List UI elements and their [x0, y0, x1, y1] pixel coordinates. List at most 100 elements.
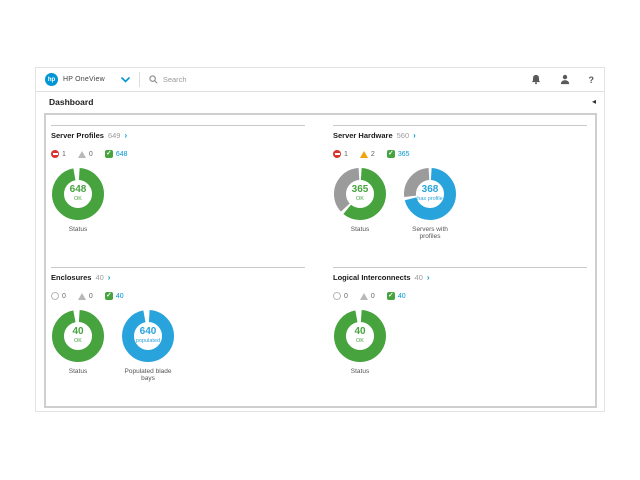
status-warning: 2 — [360, 151, 375, 158]
panel-divider — [333, 125, 587, 126]
panel-title: Server Hardware — [333, 131, 393, 140]
collapse-panel-icon[interactable]: ◂ — [592, 98, 596, 106]
status-critical: 1 — [51, 150, 66, 158]
panel-count: 560 — [397, 131, 410, 140]
critical-icon — [333, 292, 341, 300]
status-summary: 10✓648 — [51, 150, 305, 158]
critical-icon — [51, 292, 59, 300]
critical-count[interactable]: 1 — [62, 151, 66, 158]
panel-divider — [51, 267, 305, 268]
chevron-right-icon: › — [427, 274, 430, 282]
hp-oneview-menu[interactable]: hp HP OneView — [45, 73, 130, 86]
panel-title: Logical Interconnects — [333, 273, 411, 282]
donut-status[interactable]: 365OK Status — [333, 167, 387, 233]
donut-label: Status — [333, 368, 387, 375]
panel-link-server-profiles[interactable]: Server Profiles 649› — [51, 131, 305, 140]
status-warning: 0 — [78, 151, 93, 158]
critical-icon — [51, 150, 59, 158]
panel-enclosures: Enclosures40›00✓4040OKStatus640populated… — [51, 267, 305, 400]
ok-icon: ✓ — [387, 292, 395, 300]
panel-server-hardware: Server Hardware560›12✓365365OKStatus368h… — [333, 125, 587, 267]
chevron-right-icon: › — [108, 274, 111, 282]
ok-icon: ✓ — [387, 150, 395, 158]
donut-chart: 640populated — [121, 309, 175, 363]
critical-count[interactable]: 1 — [344, 151, 348, 158]
donut-populated-blade-bays[interactable]: 640populated Populated blade bays — [121, 309, 175, 382]
ok-count[interactable]: 648 — [116, 151, 128, 158]
notifications-bell-icon[interactable] — [531, 74, 541, 85]
donut-status[interactable]: 40OK Status — [51, 309, 105, 375]
donut-chart: 365OK — [333, 167, 387, 221]
status-critical: 0 — [51, 292, 66, 300]
chevron-right-icon: › — [124, 132, 127, 140]
panel-count: 649 — [108, 131, 121, 140]
panel-divider — [51, 125, 305, 126]
warning-icon — [360, 293, 368, 300]
search-icon — [149, 75, 158, 84]
critical-icon — [333, 150, 341, 158]
toolbar-divider — [139, 72, 140, 87]
status-summary: 0 0 ✓40 — [51, 292, 305, 300]
donut-label: Status — [51, 368, 105, 375]
status-warning: 0 — [78, 293, 93, 300]
donut-status[interactable]: 40OK Status — [333, 309, 387, 375]
panel-link-enclosures[interactable]: Enclosures 40 › — [51, 273, 305, 282]
donut-status[interactable]: 648OK Status — [51, 167, 105, 233]
toolbar-right-icons: ? — [531, 74, 595, 85]
donut-label: Status — [51, 226, 105, 233]
donut-chart: 648OK — [51, 167, 105, 221]
donut-label: Populated blade bays — [121, 368, 175, 382]
warning-count[interactable]: 0 — [89, 151, 93, 158]
search-input[interactable]: Search — [149, 75, 187, 84]
panel-link-logical-interconnects[interactable]: Logical Interconnects 40 › — [333, 273, 587, 282]
app-window: hp HP OneView Search — [35, 67, 605, 412]
status-summary: 0 0 ✓40 — [333, 292, 587, 300]
critical-count[interactable]: 0 — [344, 293, 348, 300]
ok-count[interactable]: 40 — [398, 293, 406, 300]
status-critical: 1 — [333, 150, 348, 158]
panel-logical-interconnects: Logical Interconnects40›00✓4040OKStatus — [333, 267, 587, 400]
warning-icon — [360, 151, 368, 158]
donut-row: 40OK Status — [333, 309, 587, 375]
help-icon[interactable]: ? — [589, 75, 595, 85]
donut-chart: 40OK — [51, 309, 105, 363]
panel-server-profiles: Server Profiles649›10✓648648OKStatus — [51, 125, 305, 267]
dashboard-board: Server Profiles649›10✓648648OKStatusServ… — [46, 115, 595, 406]
status-summary: 1 2 ✓365 — [333, 150, 587, 158]
warning-icon — [78, 293, 86, 300]
donut-label: Servers with profiles — [403, 226, 457, 240]
donut-row: 648OK Status — [51, 167, 305, 233]
panel-title: Enclosures — [51, 273, 91, 282]
donut-chart: 368has profile — [403, 167, 457, 221]
panel-title: Server Profiles — [51, 131, 104, 140]
warning-icon — [78, 151, 86, 158]
top-toolbar: hp HP OneView Search — [36, 68, 604, 92]
search-placeholder: Search — [163, 75, 187, 84]
ok-count[interactable]: 365 — [398, 151, 410, 158]
donut-chart: 40OK — [333, 309, 387, 363]
ok-count[interactable]: 40 — [116, 293, 124, 300]
panel-divider — [333, 267, 587, 268]
status-warning: 0 — [360, 293, 375, 300]
page-header-bar: Dashboard ◂ — [36, 92, 604, 112]
dashboard-content-frame: Server Profiles649›10✓648648OKStatusServ… — [44, 113, 597, 408]
warning-count[interactable]: 0 — [371, 293, 375, 300]
donut-row: 40OK Status 640populated Populated blade ba… — [51, 309, 305, 382]
panel-count: 40 — [415, 273, 423, 282]
hp-logo-icon: hp — [45, 73, 58, 86]
chevron-down-icon[interactable] — [121, 77, 130, 83]
panel-link-server-hardware[interactable]: Server Hardware560› — [333, 131, 587, 140]
critical-count[interactable]: 0 — [62, 293, 66, 300]
donut-row: 365OK Status 368has profile Servers with pr… — [333, 167, 587, 240]
status-ok: ✓40 — [387, 292, 406, 300]
donut-label: Status — [333, 226, 387, 233]
warning-count[interactable]: 2 — [371, 151, 375, 158]
panel-count: 40 — [95, 273, 103, 282]
donut-servers-with-profiles[interactable]: 368has profile Servers with profiles — [403, 167, 457, 240]
page-background: hp HP OneView Search — [0, 0, 640, 480]
page-title: Dashboard — [49, 97, 93, 107]
user-icon[interactable] — [560, 74, 570, 85]
product-name: HP OneView — [63, 76, 105, 83]
ok-icon: ✓ — [105, 292, 113, 300]
warning-count[interactable]: 0 — [89, 293, 93, 300]
